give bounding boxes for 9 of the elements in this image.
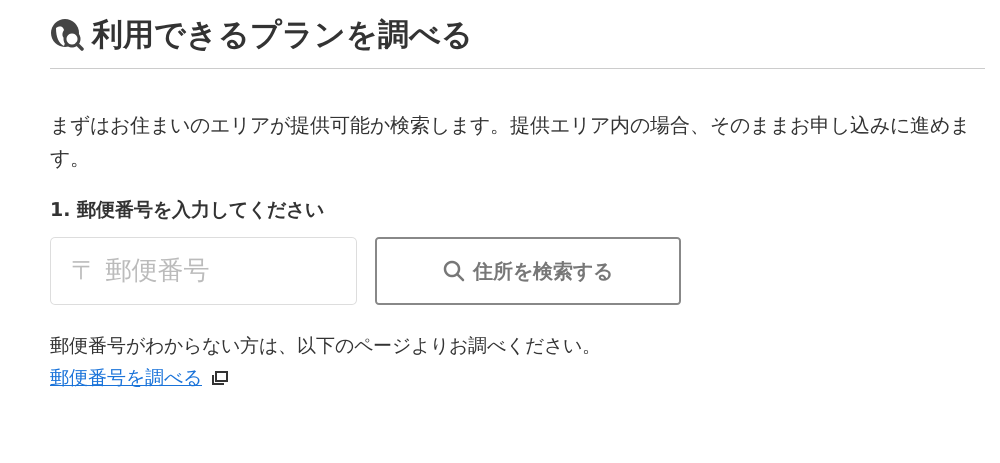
postal-lookup-link[interactable]: 郵便番号を調べる — [50, 365, 202, 391]
search-address-button[interactable]: 住所を検索する — [375, 237, 681, 305]
intro-text: まずはお住まいのエリアが提供可能か検索します。提供エリア内の場合、そのままお申し込みに進めます。 — [50, 112, 971, 172]
search-icon — [443, 260, 465, 282]
globe-search-icon — [50, 18, 84, 52]
help-text: 郵便番号がわからない方は、以下のページよりお調べください。 — [50, 334, 602, 359]
postal-code-field[interactable]: 〒 郵便番号 — [50, 237, 357, 305]
page-title: 利用できるプランを調べる — [92, 16, 473, 55]
step-label: 1. 郵便番号を入力してください — [50, 198, 326, 223]
